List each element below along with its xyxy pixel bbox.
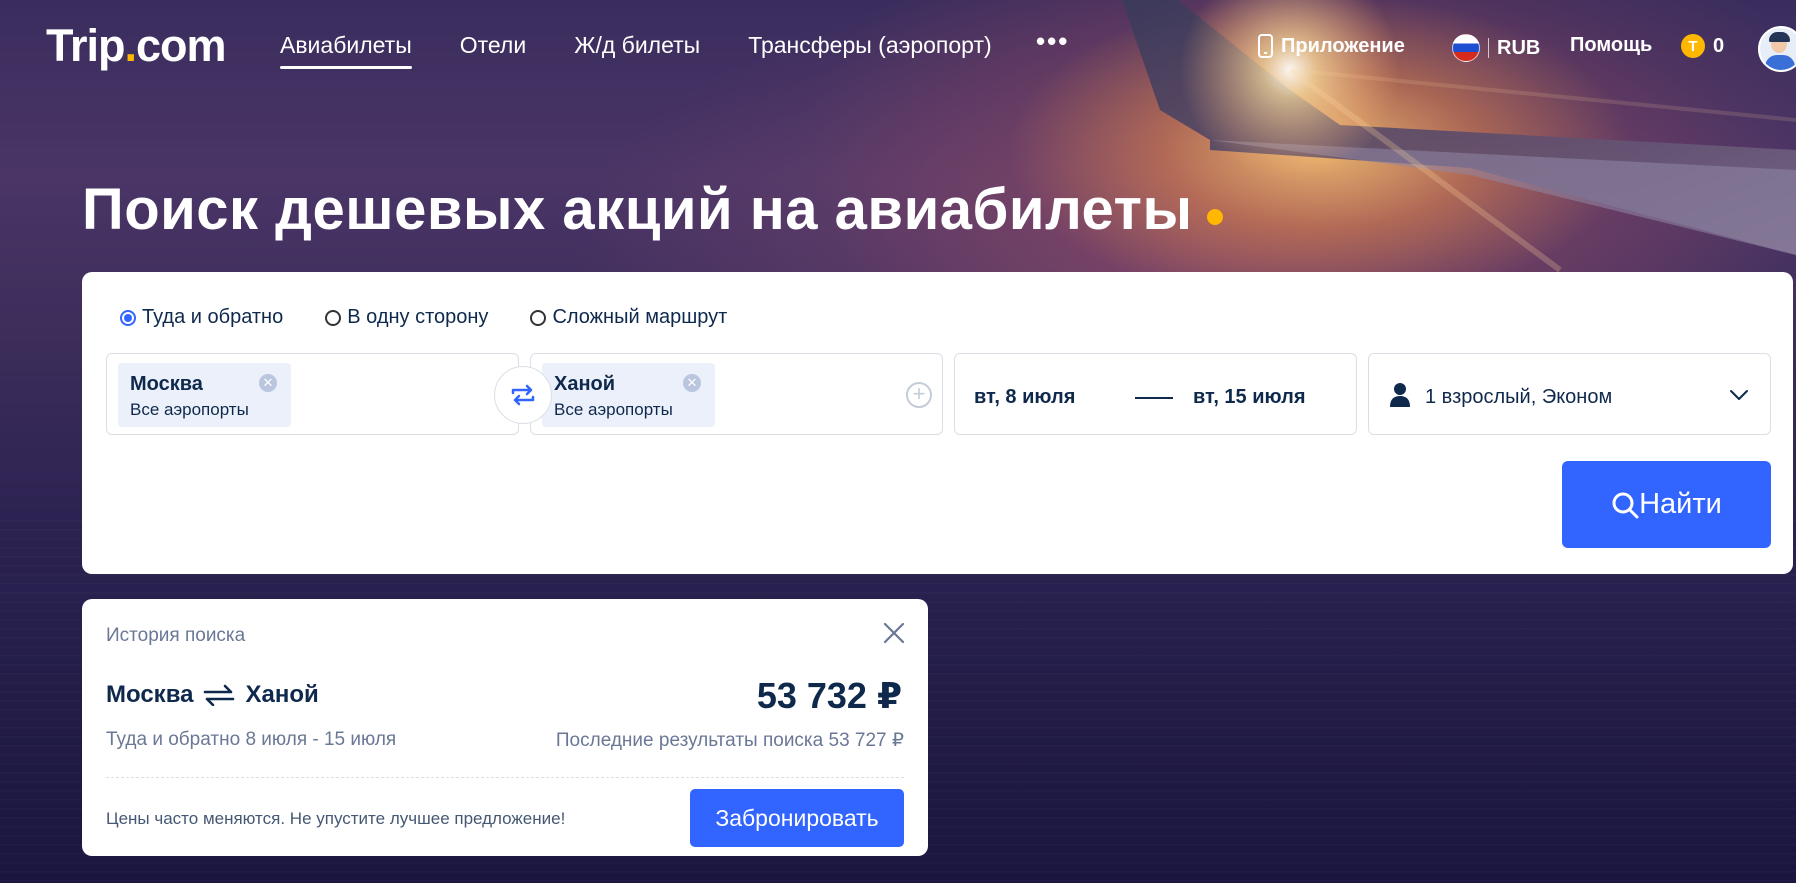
date-separator [1135,397,1173,399]
from-airports: Все аэропорты [130,400,249,419]
search-button[interactable]: Найти [1562,461,1771,548]
divider [1488,38,1489,58]
history-to: Ханой [245,681,319,708]
swap-icon [511,384,535,406]
logo-dot: . [124,20,137,71]
from-city: Москва [130,373,203,395]
divider [106,777,904,778]
currency-selector[interactable]: RUB [1452,34,1540,62]
user-avatar[interactable] [1758,26,1796,72]
add-destination-icon[interactable]: + [906,382,932,408]
history-last-results: Последние результаты поиска 53 727 ₽ [555,730,904,751]
headline-text: Поиск дешевых акций на авиабилеты [82,177,1193,242]
search-button-label: Найти [1639,488,1722,520]
round-trip-arrows-icon [204,684,235,706]
to-airports: Все аэропорты [554,400,673,419]
history-price: 53 732 ₽ [756,675,902,716]
nav-flights[interactable]: Авиабилеты [280,32,412,69]
passengers-value: 1 взрослый, Эконом [1425,386,1613,408]
radio-label: Туда и обратно [142,306,284,328]
logo-text: Trip [46,20,126,71]
swap-cities-button[interactable] [494,366,552,424]
search-history-card[interactable]: История поиска Москва Ханой 53 732 ₽ Туд… [82,599,928,856]
search-icon [1612,492,1639,518]
to-field[interactable]: Ханой Все аэропорты ✕ + [530,353,943,435]
radio-multi-city[interactable]: Сложный маршрут [530,306,727,329]
app-label: Приложение [1281,34,1405,57]
history-trip-meta: Туда и обратно 8 июля - 15 июля [106,729,397,750]
trip-coins[interactable]: T 0 [1681,34,1724,58]
radio-one-way[interactable]: В одну сторону [325,306,488,329]
main-nav: Авиабилеты Отели Ж/д билеты Трансферы (а… [280,32,1040,69]
radio-empty-icon [530,309,547,326]
radio-empty-icon [325,309,342,326]
from-field[interactable]: Москва Все аэропорты ✕ [106,353,519,435]
help-link[interactable]: Помощь [1570,34,1652,57]
price-change-note: Цены часто меняются. Не упустите лучшее … [106,809,566,828]
radio-label: В одну сторону [347,306,489,328]
book-button[interactable]: Забронировать [690,789,904,847]
nav-transfers[interactable]: Трансферы (аэропорт) [748,32,991,59]
app-link[interactable]: Приложение [1258,34,1405,58]
coin-icon: T [1681,34,1705,58]
logo-suffix: com [136,20,227,71]
radio-selected-icon [120,309,136,326]
chevron-down-icon [1730,390,1748,400]
history-route: Москва Ханой [106,681,319,709]
nav-trains[interactable]: Ж/д билеты [574,32,700,59]
to-city: Ханой [554,373,616,395]
headline-dot [1206,209,1223,225]
radio-round-trip[interactable]: Туда и обратно [120,306,283,329]
trip-logo[interactable]: Trip.com [46,20,227,72]
phone-icon [1258,34,1273,58]
currency-label: RUB [1497,36,1541,59]
clear-to-icon[interactable]: ✕ [683,374,701,392]
page-headline: Поиск дешевых акций на авиабилеты [82,176,1223,243]
nav-hotels[interactable]: Отели [460,32,526,59]
radio-label: Сложный маршрут [552,306,728,328]
clear-from-icon[interactable]: ✕ [259,374,277,392]
return-date[interactable]: вт, 15 июля [1193,386,1306,409]
from-chip[interactable]: Москва Все аэропорты ✕ [118,363,291,427]
nav-more-icon[interactable]: ••• [1036,26,1069,57]
history-from: Москва [106,681,194,708]
coins-count: 0 [1713,34,1725,57]
flight-search-card: Туда и обратно В одну сторону Сложный ма… [82,272,1793,574]
dates-field[interactable]: вт, 8 июля вт, 15 июля [954,353,1357,435]
depart-date[interactable]: вт, 8 июля [974,386,1075,409]
to-chip[interactable]: Ханой Все аэропорты ✕ [542,363,715,427]
trip-type-radios: Туда и обратно В одну сторону Сложный ма… [120,306,769,329]
passengers-field[interactable]: 1 взрослый, Эконом [1368,353,1771,435]
person-icon [1390,383,1410,407]
russia-flag-icon [1452,34,1480,62]
history-title: История поиска [106,625,246,646]
close-icon[interactable] [882,621,906,645]
